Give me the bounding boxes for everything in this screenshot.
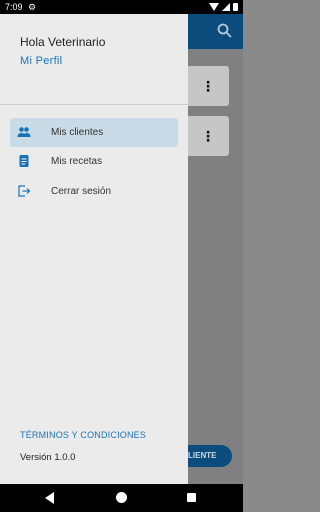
more-vert-icon[interactable]: ⋮: [201, 126, 215, 146]
my-profile-link[interactable]: Mi Perfil: [20, 55, 62, 67]
client-card[interactable]: ⋮: [188, 66, 229, 106]
terms-link[interactable]: TÉRMINOS Y CONDICIONES: [20, 430, 146, 440]
battery-icon: [233, 3, 238, 11]
settings-gear-icon: ⚙: [28, 2, 37, 12]
people-icon: [17, 127, 31, 137]
system-nav-bar: [0, 484, 243, 512]
wifi-icon: [209, 3, 219, 11]
status-bar: 7:09 ⚙: [0, 0, 243, 14]
logout-icon: [18, 185, 31, 197]
status-icons: [209, 3, 238, 11]
navigation-drawer: Hola Veterinario Mi Perfil Mis clientes …: [0, 14, 188, 484]
divider: [0, 104, 188, 105]
greeting-text: Hola Veterinario: [20, 35, 106, 49]
nav-label: Mis recetas: [51, 156, 103, 167]
nav-label: Cerrar sesión: [51, 186, 112, 197]
client-card[interactable]: ⋮: [188, 116, 229, 156]
nav-label: Mis clientes: [51, 127, 104, 138]
nav-item-prescriptions[interactable]: Mis recetas: [10, 147, 178, 176]
nav-item-clients[interactable]: Mis clientes: [10, 118, 178, 147]
add-client-button[interactable]: LIENTE: [188, 445, 232, 467]
recents-icon[interactable]: [187, 493, 196, 502]
signal-icon: [222, 3, 230, 11]
version-text: Versión 1.0.0: [20, 452, 76, 463]
document-icon: [19, 155, 29, 167]
drawer-header: Hola Veterinario Mi Perfil: [0, 14, 188, 104]
status-time: 7:09: [5, 2, 23, 12]
back-icon[interactable]: [45, 492, 54, 504]
search-icon[interactable]: [216, 22, 234, 40]
more-vert-icon[interactable]: ⋮: [201, 76, 215, 96]
home-icon[interactable]: [116, 492, 127, 503]
nav-item-logout[interactable]: Cerrar sesión: [10, 177, 178, 206]
